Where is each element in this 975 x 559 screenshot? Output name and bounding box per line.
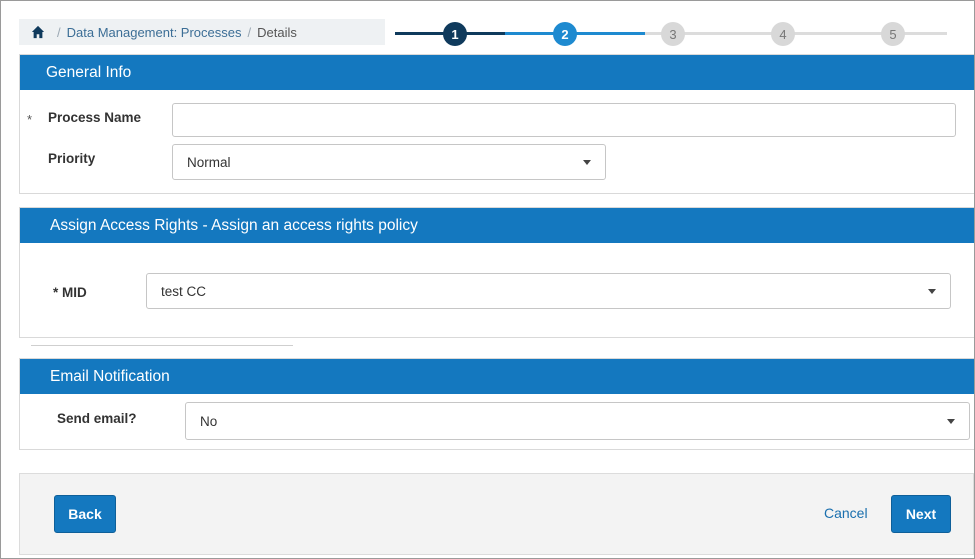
mid-label: * MID — [53, 285, 87, 300]
chevron-down-icon — [947, 419, 955, 424]
section-title: Assign Access Rights - Assign an access … — [20, 208, 974, 243]
page-frame: / Data Management: Processes / Details 1… — [0, 0, 975, 559]
home-icon[interactable] — [31, 25, 45, 39]
breadcrumb-separator: / — [247, 24, 252, 40]
step-2[interactable]: 2 — [553, 22, 577, 46]
chevron-down-icon — [928, 289, 936, 294]
cancel-button[interactable]: Cancel — [824, 505, 868, 521]
process-name-input[interactable] — [172, 103, 956, 137]
section-title: Email Notification — [20, 359, 974, 394]
step-1[interactable]: 1 — [443, 22, 467, 46]
priority-select[interactable]: Normal — [172, 144, 606, 180]
stepper-line-active — [575, 32, 645, 35]
send-email-value: No — [200, 413, 218, 429]
step-5[interactable]: 5 — [881, 22, 905, 46]
priority-value: Normal — [187, 154, 231, 170]
breadcrumb: / Data Management: Processes / Details — [19, 19, 385, 45]
breadcrumb-separator: / — [57, 24, 61, 40]
section-divider — [31, 345, 293, 346]
wizard-stepper: 1 2 3 4 5 — [393, 20, 953, 46]
back-button[interactable]: Back — [54, 495, 116, 533]
breadcrumb-item-details: Details — [257, 24, 297, 40]
breadcrumb-item-processes[interactable]: Data Management: Processes — [67, 25, 242, 40]
required-marker: * — [27, 112, 33, 127]
next-button[interactable]: Next — [891, 495, 951, 533]
send-email-select[interactable]: No — [185, 402, 970, 440]
priority-label: Priority — [48, 151, 96, 166]
process-name-label: Process Name — [48, 110, 142, 125]
section-title: General Info — [20, 55, 974, 90]
step-4[interactable]: 4 — [771, 22, 795, 46]
mid-value: test CC — [161, 283, 207, 299]
mid-select[interactable]: test CC — [146, 273, 951, 309]
send-email-label: Send email? — [57, 411, 137, 426]
chevron-down-icon — [583, 160, 591, 165]
step-3[interactable]: 3 — [661, 22, 685, 46]
